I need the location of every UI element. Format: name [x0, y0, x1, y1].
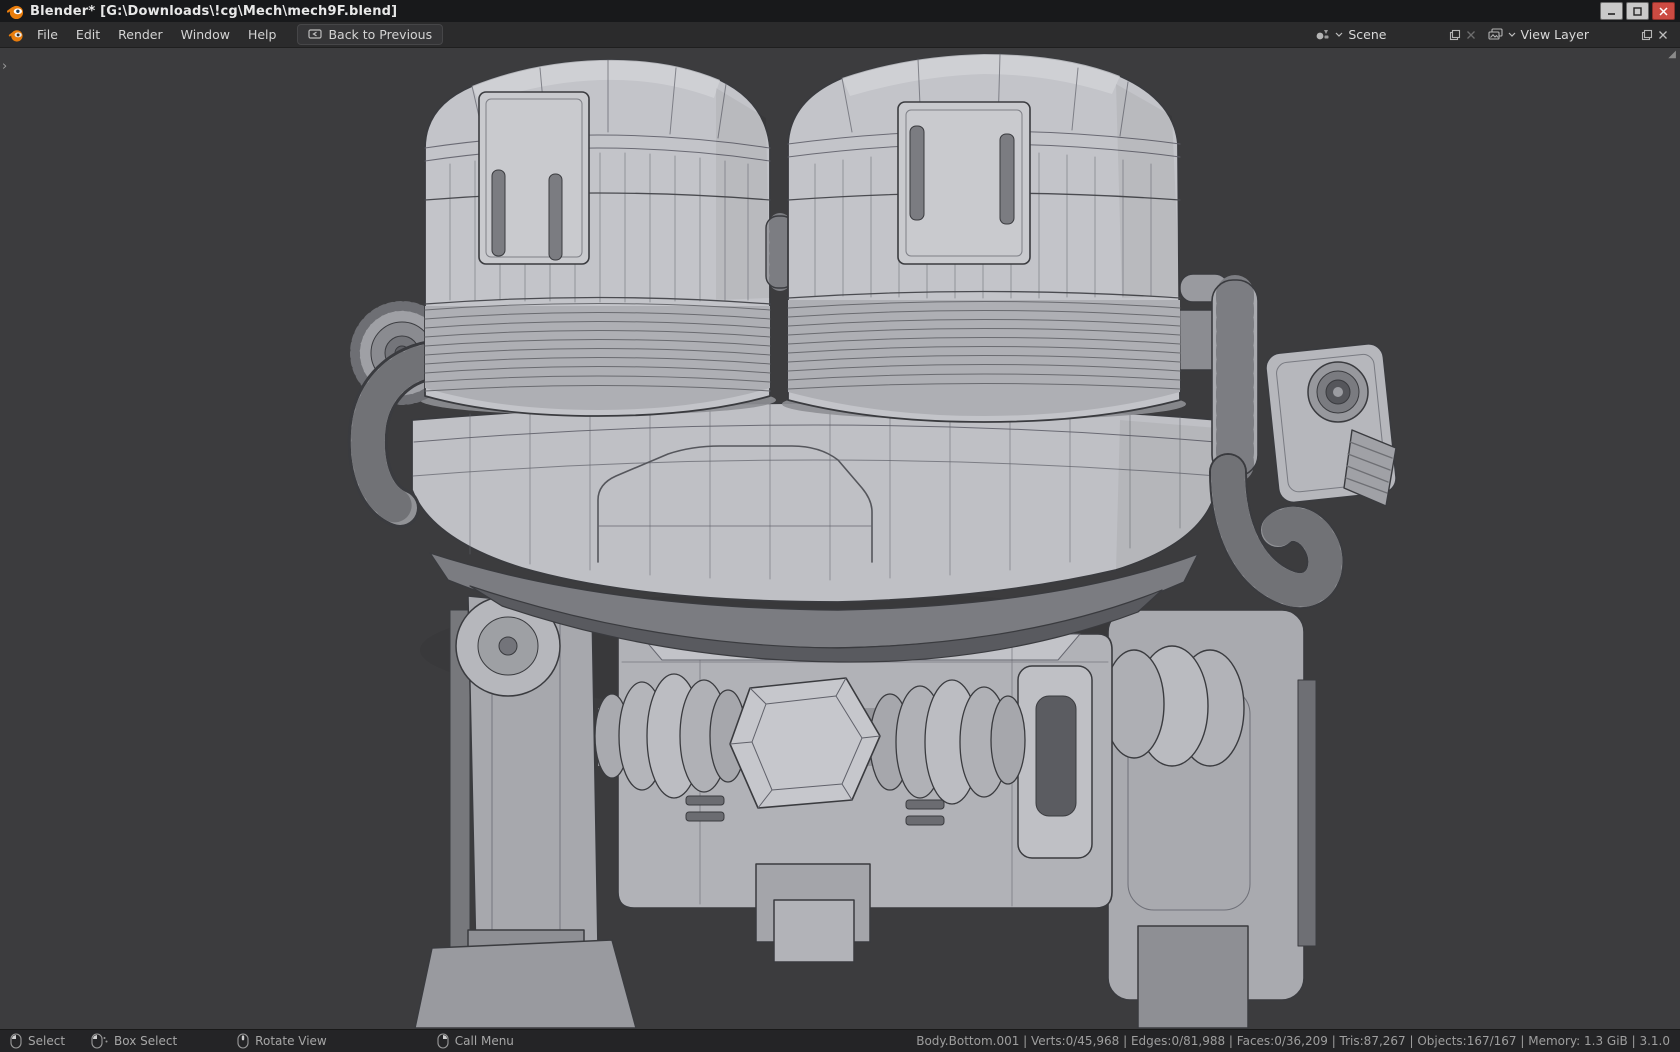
scene-icon: [1315, 28, 1330, 41]
mouse-middle-icon: [237, 1033, 249, 1049]
hip-bellows-joint: [595, 674, 1025, 808]
x-icon[interactable]: [1466, 30, 1476, 40]
view-layer-icon: [1488, 28, 1503, 41]
scene-name: Scene: [1348, 27, 1386, 42]
duplicate-icon[interactable]: [1641, 29, 1653, 41]
status-bar: Select Box Select Rotate View Call Menu …: [0, 1029, 1680, 1052]
close-icon: [1659, 7, 1668, 16]
close-button[interactable]: [1652, 2, 1675, 20]
left-canister: [425, 60, 770, 416]
title-bar: Blender* [G:\Downloads\!cg\Mech\mech9F.b…: [0, 0, 1680, 22]
editor-corner-icon[interactable]: ◢: [1668, 50, 1676, 60]
blender-logo-icon: [7, 3, 24, 20]
maximize-icon: [1633, 7, 1642, 16]
chevron-down-icon: [1508, 32, 1516, 37]
x-icon[interactable]: [1658, 30, 1668, 40]
scene-statistics: Body.Bottom.001 | Verts:0/45,968 | Edges…: [916, 1034, 1670, 1048]
hint-call-menu: Call Menu: [437, 1033, 514, 1049]
mouse-right-icon: [437, 1033, 449, 1049]
menu-help[interactable]: Help: [239, 24, 286, 45]
maximize-button[interactable]: [1626, 2, 1649, 20]
window-title: Blender* [G:\Downloads\!cg\Mech\mech9F.b…: [30, 4, 397, 19]
menu-render[interactable]: Render: [109, 24, 172, 45]
hint-box-select: Box Select: [91, 1033, 177, 1049]
back-screen-icon: [308, 29, 322, 40]
hint-select: Select: [10, 1033, 65, 1049]
top-menu-bar: File Edit Render Window Help Back to Pre…: [0, 22, 1680, 48]
mech-model[interactable]: [0, 48, 1680, 1029]
sidebar-toggle-arrow[interactable]: ›: [2, 60, 7, 73]
minimize-button[interactable]: [1600, 2, 1623, 20]
viewport-3d[interactable]: › ◢: [0, 48, 1680, 1029]
blender-logo-icon: [8, 27, 24, 43]
view-layer-selector[interactable]: View Layer: [1482, 25, 1675, 44]
pelvis-assembly: [618, 634, 1112, 962]
mouse-left-icon: [10, 1033, 22, 1049]
right-leg: [1104, 610, 1316, 1028]
mouse-left-drag-icon: [91, 1033, 108, 1049]
app-menu-button[interactable]: [6, 25, 26, 45]
view-layer-name: View Layer: [1521, 27, 1590, 42]
menu-file[interactable]: File: [28, 24, 67, 45]
scene-selector[interactable]: Scene: [1309, 25, 1481, 44]
menu-window[interactable]: Window: [172, 24, 239, 45]
right-canister: [788, 54, 1180, 422]
chevron-down-icon: [1335, 32, 1343, 37]
duplicate-icon[interactable]: [1449, 29, 1461, 41]
minimize-icon: [1607, 7, 1616, 16]
hint-rotate-view: Rotate View: [237, 1033, 327, 1049]
back-to-previous-button[interactable]: Back to Previous: [297, 24, 443, 45]
menu-edit[interactable]: Edit: [67, 24, 109, 45]
